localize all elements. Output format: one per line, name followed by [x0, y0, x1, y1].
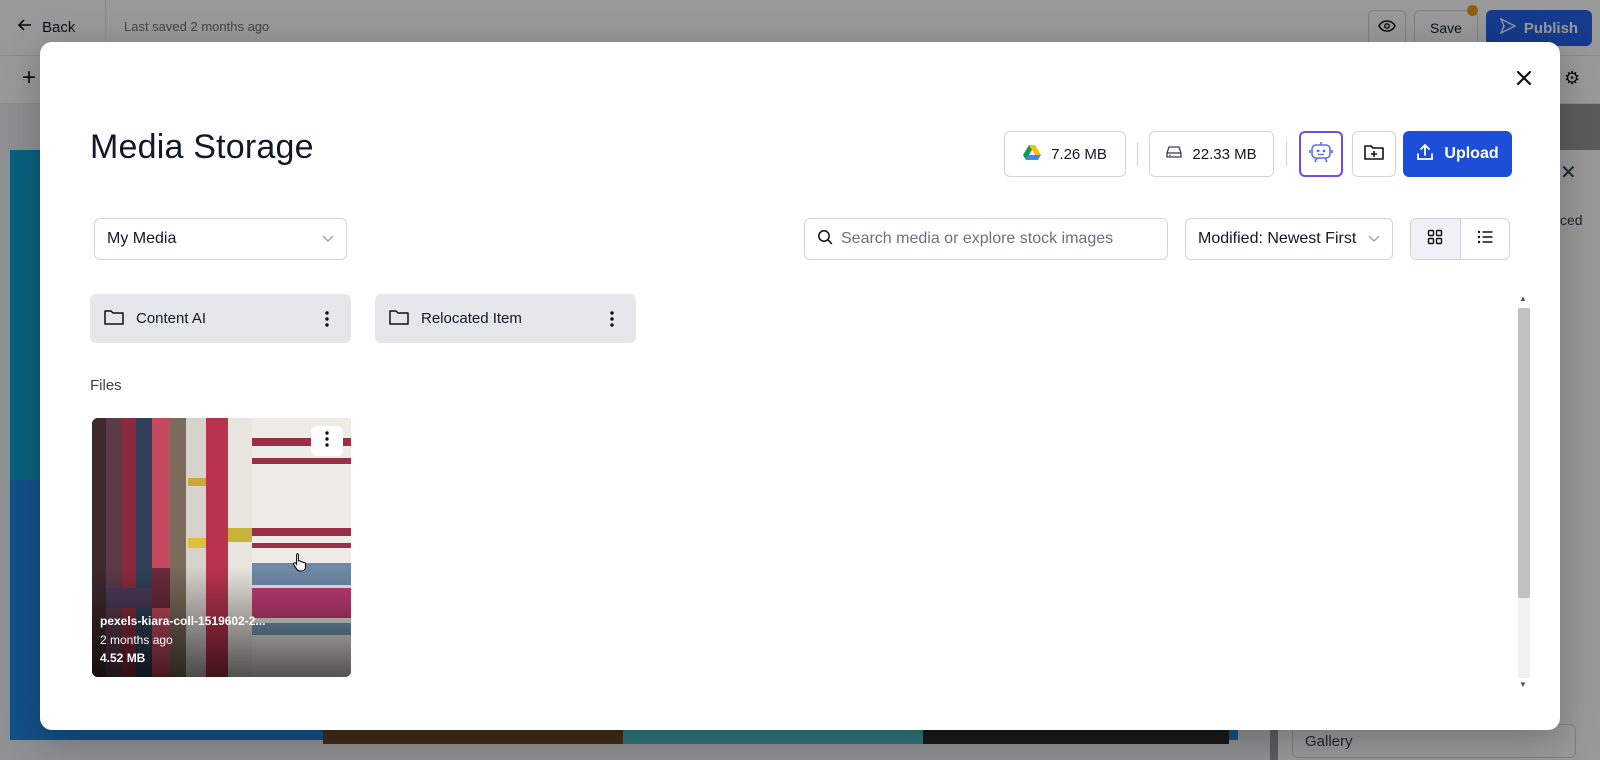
hard-drive-icon: [1166, 145, 1183, 163]
search-input[interactable]: [841, 230, 1155, 248]
disk-storage-badge[interactable]: 22.33 MB: [1149, 131, 1274, 177]
folder-item[interactable]: Relocated Item: [375, 294, 636, 343]
divider: [1286, 142, 1287, 166]
folder-name: Relocated Item: [421, 310, 522, 327]
scrollbar[interactable]: ▲ ▼: [1516, 292, 1530, 692]
list-icon: [1477, 230, 1493, 249]
scroll-up-arrow-icon[interactable]: ▲: [1519, 294, 1527, 303]
scroll-thumb[interactable]: [1518, 308, 1530, 598]
upload-button[interactable]: Upload: [1403, 131, 1512, 177]
grid-view-button[interactable]: [1411, 219, 1461, 259]
close-button[interactable]: [1510, 66, 1538, 94]
media-source-select[interactable]: My Media: [94, 218, 347, 260]
chevron-down-icon: [1368, 230, 1380, 248]
upload-icon: [1416, 143, 1434, 166]
sort-select[interactable]: Modified: Newest First: [1185, 218, 1393, 260]
grid-icon: [1427, 229, 1443, 250]
robot-assistant-icon: [1309, 140, 1333, 169]
new-folder-button[interactable]: [1352, 131, 1396, 177]
file-name: pexels-kiara-coll-1519602-2...: [100, 614, 266, 628]
folder-icon: [389, 309, 409, 329]
folder-icon: [104, 309, 124, 329]
drive-storage-badge[interactable]: 7.26 MB: [1004, 131, 1126, 177]
sort-value: Modified: Newest First: [1198, 230, 1357, 247]
file-size: 4.52 MB: [100, 651, 146, 665]
drive-size: 7.26 MB: [1051, 145, 1107, 163]
ai-assistant-button[interactable]: [1299, 131, 1343, 177]
more-options-icon: [325, 430, 329, 452]
close-icon: [1516, 70, 1532, 91]
view-mode-toggle: [1410, 218, 1510, 260]
media-source-value: My Media: [107, 230, 177, 247]
search-icon: [817, 229, 833, 250]
scroll-down-arrow-icon[interactable]: ▼: [1519, 680, 1527, 689]
more-options-icon[interactable]: [317, 307, 337, 331]
google-drive-icon: [1023, 144, 1042, 164]
folder-item[interactable]: Content AI: [90, 294, 351, 343]
chevron-down-icon: [322, 230, 334, 248]
files-section-label: Files: [90, 377, 122, 394]
search-field[interactable]: [804, 218, 1168, 260]
divider: [1137, 142, 1138, 166]
page-title: Media Storage: [90, 128, 314, 166]
folder-name: Content AI: [136, 310, 207, 327]
folder-plus-icon: [1364, 143, 1384, 166]
file-card[interactable]: pexels-kiara-coll-1519602-2... 2 months …: [92, 418, 351, 677]
more-options-icon[interactable]: [602, 307, 622, 331]
upload-label: Upload: [1444, 145, 1499, 162]
disk-size: 22.33 MB: [1192, 145, 1257, 163]
file-options-button[interactable]: [311, 426, 343, 456]
file-modified: 2 months ago: [100, 633, 173, 647]
media-storage-modal: Media Storage 7.26 MB 22.33 MB Upload My…: [40, 42, 1560, 730]
list-view-button[interactable]: [1461, 219, 1510, 259]
hand-cursor-icon: [292, 552, 308, 577]
